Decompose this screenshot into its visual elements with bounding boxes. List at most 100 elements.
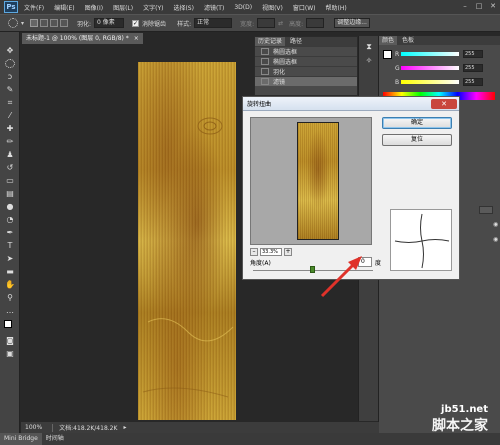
menu-type[interactable]: 文字(Y) xyxy=(143,3,163,12)
hand-tool-icon[interactable]: ✋ xyxy=(5,280,15,289)
photoshop-logo: Ps xyxy=(4,1,18,13)
minimize-icon[interactable]: – xyxy=(460,2,470,11)
eraser-tool-icon[interactable]: ▭ xyxy=(5,176,15,185)
close-tab-icon[interactable]: × xyxy=(134,35,139,42)
pen-tool-icon[interactable]: ✒ xyxy=(5,228,15,237)
ellipse-marquee-icon[interactable] xyxy=(8,18,18,28)
rectangle-tool-icon[interactable]: ▬ xyxy=(5,267,15,276)
status-menu-icon[interactable]: ▸ xyxy=(123,424,126,431)
twirl-curve-icon xyxy=(394,213,450,269)
eye-icon[interactable]: ◉ xyxy=(493,236,498,243)
color-foreground-swatch[interactable] xyxy=(383,50,392,59)
refine-edge-button[interactable]: 调整边缘... xyxy=(334,18,371,28)
tab-paths[interactable]: 路径 xyxy=(287,37,305,46)
screen-mode-icon[interactable]: ▣ xyxy=(5,349,15,358)
angle-slider-thumb[interactable] xyxy=(310,266,315,273)
history-item-selected[interactable]: 滤镜 xyxy=(255,76,357,86)
crop-tool-icon[interactable]: ⌗ xyxy=(5,98,15,107)
eyedropper-tool-icon[interactable]: ⁄ xyxy=(5,111,15,120)
width-input[interactable] xyxy=(257,18,276,28)
move-tool-icon[interactable]: ✥ xyxy=(5,46,15,55)
slider-track[interactable] xyxy=(401,80,459,84)
blur-tool-icon[interactable]: ● xyxy=(5,202,15,211)
tab-swatches[interactable]: 色板 xyxy=(399,36,417,45)
tab-history[interactable]: 历史记录 xyxy=(255,37,286,46)
height-input[interactable] xyxy=(306,18,325,28)
slider-blue[interactable]: B 255 xyxy=(395,78,499,86)
add-selection-icon[interactable] xyxy=(40,19,49,27)
status-zoom[interactable]: 100% xyxy=(25,424,42,431)
menu-view[interactable]: 视图(V) xyxy=(262,3,283,12)
lasso-tool-icon[interactable]: ↄ xyxy=(5,72,15,81)
annotation-arrow xyxy=(320,256,362,298)
feather-label: 羽化: xyxy=(77,20,92,28)
menu-3d[interactable]: 3D(D) xyxy=(234,4,252,11)
dodge-tool-icon[interactable]: ◔ xyxy=(5,215,15,224)
slider-value[interactable]: 255 xyxy=(463,78,483,86)
gradient-tool-icon[interactable]: ▤ xyxy=(5,189,15,198)
history-item[interactable]: 椭圆选框 xyxy=(255,46,357,56)
foreground-color-swatch[interactable] xyxy=(4,320,12,328)
menu-window[interactable]: 窗口(W) xyxy=(293,3,316,12)
reset-button[interactable]: 复位 xyxy=(382,134,452,146)
close-icon[interactable]: ✕ xyxy=(488,2,498,11)
menu-image[interactable]: 图像(I) xyxy=(85,3,103,12)
slider-red[interactable]: R 255 xyxy=(395,50,499,58)
dialog-titlebar: 旋转扭曲 xyxy=(243,97,459,111)
intersect-selection-icon[interactable] xyxy=(60,19,69,27)
wood-texture-image[interactable] xyxy=(138,62,236,420)
antialias-checkbox[interactable]: ✓ xyxy=(132,19,140,27)
healing-brush-tool-icon[interactable]: ✚ xyxy=(5,124,15,133)
ok-button[interactable]: 确定 xyxy=(382,117,452,129)
antialias-label: 消除锯齿 xyxy=(142,20,167,28)
feather-input[interactable]: 0 像素 xyxy=(94,18,125,28)
preview-image xyxy=(297,122,339,240)
history-panel-icon[interactable]: ⧗ xyxy=(364,42,374,51)
zoom-out-button[interactable]: – xyxy=(250,247,258,256)
tab-color[interactable]: 颜色 xyxy=(379,36,398,45)
slider-track[interactable] xyxy=(401,66,459,70)
slider-value[interactable]: 255 xyxy=(463,64,483,72)
zoom-value: 33.3% xyxy=(260,247,282,256)
history-brush-tool-icon[interactable]: ↺ xyxy=(5,163,15,172)
zoom-in-button[interactable]: + xyxy=(284,247,292,256)
history-item[interactable]: 椭圆选框 xyxy=(255,56,357,66)
subtract-selection-icon[interactable] xyxy=(50,19,59,27)
menu-file[interactable]: 文件(F) xyxy=(24,3,44,12)
zoom-tool-icon[interactable]: ⚲ xyxy=(5,293,15,302)
slider-track[interactable] xyxy=(401,52,459,56)
type-tool-icon[interactable]: T xyxy=(5,241,15,250)
history-item-label: 椭圆选框 xyxy=(273,59,298,66)
maximize-icon[interactable]: □ xyxy=(474,2,484,11)
slider-green[interactable]: G 255 xyxy=(395,64,499,72)
history-item[interactable]: 羽化 xyxy=(255,66,357,76)
quick-select-tool-icon[interactable]: ✎ xyxy=(5,85,15,94)
menu-edit[interactable]: 编辑(E) xyxy=(54,3,74,12)
eye-icon[interactable]: ◉ xyxy=(493,221,498,228)
dialog-close-button[interactable]: ✕ xyxy=(431,99,457,109)
brush-tool-icon[interactable]: ✏ xyxy=(5,137,15,146)
clone-stamp-tool-icon[interactable]: ♟ xyxy=(5,150,15,159)
chevron-down-icon[interactable]: ▾ xyxy=(21,20,24,27)
history-panel: 历史记录 路径 椭圆选框 椭圆选框 羽化 滤镜 xyxy=(254,36,358,96)
new-selection-icon[interactable] xyxy=(30,19,39,27)
tab-mini-bridge[interactable]: Mini Bridge xyxy=(0,433,42,445)
menu-layer[interactable]: 图层(L) xyxy=(113,3,133,12)
document-tab[interactable]: 未标题-1 @ 100% (图层 0, RGB/8) * × xyxy=(22,33,143,44)
path-select-tool-icon[interactable]: ➤ xyxy=(5,254,15,263)
menu-help[interactable]: 帮助(H) xyxy=(326,3,347,12)
ellipse-marquee-tool-icon[interactable] xyxy=(5,59,15,68)
history-item-label: 滤镜 xyxy=(273,79,286,86)
width-label: 宽度: xyxy=(240,20,255,28)
menu-select[interactable]: 选择(S) xyxy=(173,3,194,12)
swap-icon[interactable]: ⇄ xyxy=(278,20,283,27)
style-select[interactable]: 正常 xyxy=(194,18,233,28)
slider-value[interactable]: 255 xyxy=(463,50,483,58)
more-tools-icon[interactable]: … xyxy=(5,306,15,315)
menu-filter[interactable]: 滤镜(T) xyxy=(204,3,224,12)
quick-mask-icon[interactable]: ◙ xyxy=(5,336,15,345)
filter-preview[interactable] xyxy=(250,117,372,245)
layer-thumbnail[interactable] xyxy=(479,206,493,214)
paths-panel-icon[interactable]: ✧ xyxy=(364,56,374,65)
tab-timeline[interactable]: 时间轴 xyxy=(42,433,68,445)
